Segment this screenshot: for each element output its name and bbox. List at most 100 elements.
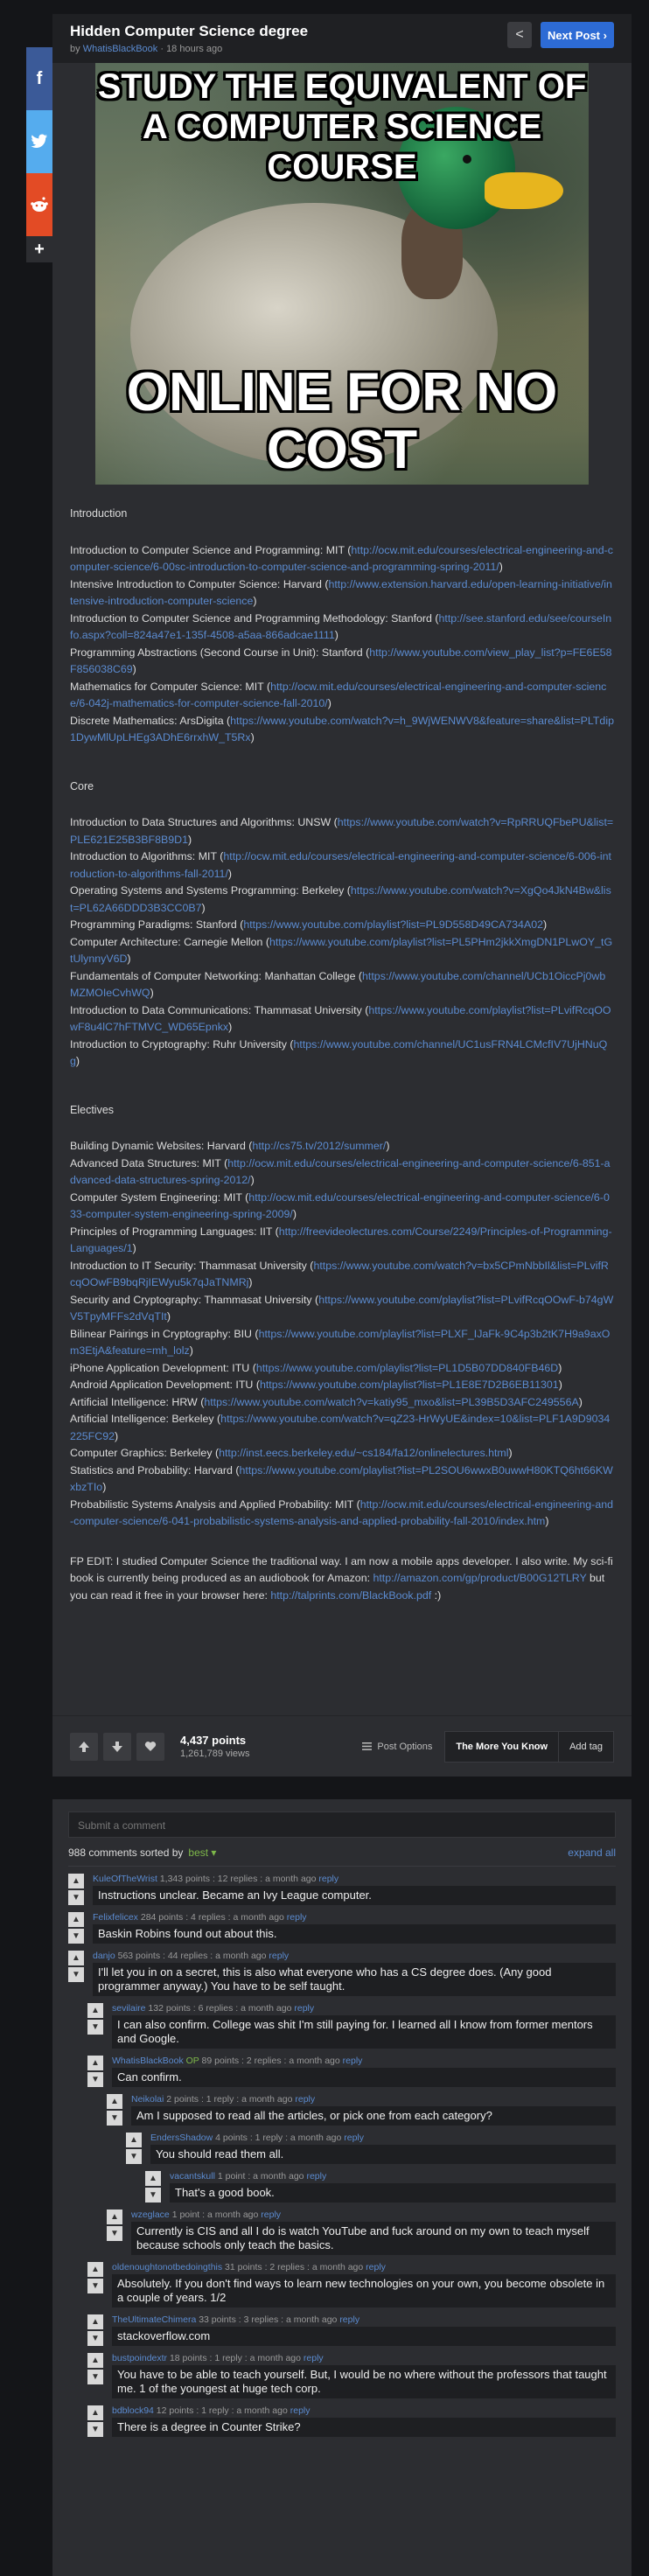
add-tag-button[interactable]: Add tag [559,1742,613,1752]
comment-text: You have to be able to teach yourself. B… [112,2365,616,2398]
comment-author-link[interactable]: vacantskull [170,2171,215,2182]
comment-downvote-button[interactable]: ▼ [68,1890,84,1905]
course-link[interactable]: http://cs75.tv/2012/summer/ [252,1140,386,1152]
comment-author-link[interactable]: TheUltimateChimera [112,2314,196,2325]
course-item: Fundamentals of Computer Networking: Man… [70,969,606,1000]
comment-downvote-button[interactable]: ▼ [126,2149,142,2164]
expand-all-link[interactable]: expand all [568,1846,616,1859]
comment-upvote-button[interactable]: ▲ [87,2003,103,2018]
comment-upvote-button[interactable]: ▲ [87,2262,103,2277]
upvote-button[interactable] [70,1732,98,1761]
comment-author-link[interactable]: WhatisBlackBook [112,2056,184,2066]
comment-reply-link[interactable]: reply [290,2405,311,2416]
comment-reply-link[interactable]: reply [318,1874,338,1884]
comment-reply-link[interactable]: reply [295,2094,315,2105]
comment-upvote-button[interactable]: ▲ [87,2353,103,2368]
comment-reply-link[interactable]: reply [287,1912,307,1923]
comment-downvote-button[interactable]: ▼ [87,2370,103,2384]
post-card: Hidden Computer Science degree by Whatis… [52,14,632,1777]
favorite-button[interactable] [136,1732,164,1761]
meme-bottom-caption: ONLINE FOR NO COST [126,362,558,480]
comment-downvote-button[interactable]: ▼ [145,2188,161,2203]
comment-author-link[interactable]: Felixfelicex [93,1912,138,1923]
comment-reply-link[interactable]: reply [294,2003,314,2014]
post-options-button[interactable]: Post Options [362,1742,432,1752]
twitter-share-button[interactable] [26,110,52,173]
course-link[interactable]: https://www.youtube.com/playlist?list=PL… [256,1362,558,1374]
course-link[interactable]: https://www.youtube.com/watch?v=katiy95_… [204,1396,578,1408]
course-item: Programming Paradigms: Stanford (https:/… [70,918,548,931]
comment-upvote-button[interactable]: ▲ [107,2209,122,2224]
comment-reply-link[interactable]: reply [304,2353,324,2363]
course-item: Computer System Engineering: MIT (http:/… [70,1190,610,1221]
comment-input[interactable]: Submit a comment [68,1812,616,1838]
comment-reply-link[interactable]: reply [339,2314,359,2325]
comment-upvote-button[interactable]: ▲ [87,2056,103,2070]
comment-downvote-button[interactable]: ▼ [87,2020,103,2035]
comment-author-link[interactable]: EndersShadow [150,2133,213,2143]
comment-upvote-button[interactable]: ▲ [126,2133,142,2147]
comment-downvote-button[interactable]: ▼ [87,2279,103,2293]
comment-author-link[interactable]: wzeglace [131,2209,170,2220]
reddit-share-button[interactable] [26,173,52,236]
course-link[interactable]: https://www.youtube.com/playlist?list=PL… [260,1379,559,1391]
comment-reply-link[interactable]: reply [261,2209,281,2220]
tag-the-more-you-know[interactable]: The More You Know [445,1731,560,1762]
comment: ▲ ▼ bdblock94 12 points : 1 reply : a mont… [87,2405,616,2437]
meme-top-caption: STUDY THE EQUIVALENT OF A COMPUTER SCIEN… [97,67,587,186]
previous-post-button[interactable]: < [507,22,532,48]
course-link[interactable]: http://inst.eecs.berkeley.edu/~cs184/fa1… [219,1447,508,1459]
facebook-share-button[interactable]: f [26,47,52,110]
post-action-bar: 4,437 points 1,261,789 views Post Option… [52,1715,632,1777]
more-share-button[interactable]: + [26,236,52,262]
downvote-button[interactable] [103,1732,131,1761]
comment-downvote-button[interactable]: ▼ [107,2226,122,2241]
comment: ▲ ▼ WhatisBlackBook OP 89 points : 2 repli… [87,2056,616,2087]
comment-downvote-button[interactable]: ▼ [107,2111,122,2126]
pdf-link[interactable]: http://talprints.com/BlackBook.pdf [270,1589,431,1602]
comment: ▲ ▼ wzeglace 1 point : a month ago reply Cu… [107,2209,616,2255]
comment-author-link[interactable]: Neikolai [131,2094,164,2105]
comment-reply-link[interactable]: reply [366,2262,386,2272]
comment-author-link[interactable]: danjo [93,1951,115,1961]
comment-meta: 33 points : 3 replies : a month ago [196,2314,340,2325]
course-link[interactable]: https://www.youtube.com/playlist?list=PL… [243,918,543,931]
next-post-button[interactable]: Next Post › [541,22,614,48]
comment-reply-link[interactable]: reply [269,1951,289,1961]
comment-reply-link[interactable]: reply [306,2171,326,2182]
course-item: Introduction to Computer Science and Pro… [70,543,613,574]
post-title: Hidden Computer Science degree [70,23,309,39]
op-badge: OP [183,2056,199,2066]
comment-author-link[interactable]: bdblock94 [112,2405,154,2416]
comment-upvote-button[interactable]: ▲ [68,1912,84,1927]
comment-upvote-button[interactable]: ▲ [107,2094,122,2109]
comment-text: stackoverflow.com [112,2327,616,2346]
comment-upvote-button[interactable]: ▲ [68,1951,84,1965]
comment-author-link[interactable]: KuleOfTheWrist [93,1874,157,1884]
comment-text: Am I supposed to read all the articles, … [131,2106,616,2126]
course-item: Introduction to Computer Science and Pro… [70,611,612,642]
comment-downvote-button[interactable]: ▼ [87,2422,103,2437]
comment-reply-link[interactable]: reply [344,2133,364,2143]
comment-list: ▲ ▼ KuleOfTheWrist 1,343 points : 12 repli… [68,1874,616,2437]
comment-downvote-button[interactable]: ▼ [87,2331,103,2346]
comment-author-link[interactable]: oldenoughtonotbedoingthis [112,2262,222,2272]
comment-meta: 563 points : 44 replies : a month ago [115,1951,269,1961]
comment-author-link[interactable]: sevilaire [112,2003,146,2014]
amazon-link[interactable]: http://amazon.com/gp/product/B00G12TLRY [373,1572,586,1584]
comment-downvote-button[interactable]: ▼ [68,1967,84,1982]
sort-dropdown[interactable]: best ▾ [188,1846,216,1859]
comment-author-link[interactable]: bustpoindextr [112,2353,167,2363]
comment-upvote-button[interactable]: ▲ [87,2314,103,2329]
comment-downvote-button[interactable]: ▼ [87,2072,103,2087]
course-item: Advanced Data Structures: MIT (http://oc… [70,1156,611,1187]
comment-upvote-button[interactable]: ▲ [87,2405,103,2420]
electives-list: Building Dynamic Websites: Harvard (http… [70,1138,614,1531]
comment-upvote-button[interactable]: ▲ [145,2171,161,2186]
section-heading-electives: Electives [70,1103,115,1116]
comment-upvote-button[interactable]: ▲ [68,1874,84,1888]
comment-downvote-button[interactable]: ▼ [68,1929,84,1944]
author-link[interactable]: WhatisBlackBook [83,44,158,54]
chevron-left-icon: < [515,27,524,42]
comment-reply-link[interactable]: reply [343,2056,363,2066]
